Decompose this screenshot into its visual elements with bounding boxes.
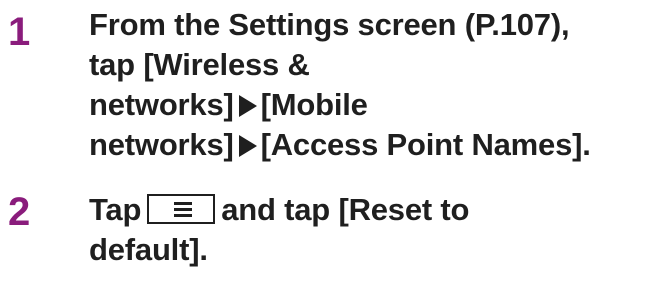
instruction-text: and tap [Reset to bbox=[221, 192, 470, 227]
menu-path-segment: networks] bbox=[89, 87, 234, 122]
menu-path-segment: [Mobile bbox=[260, 87, 368, 122]
instruction-line: Tap and tap [Reset to bbox=[89, 190, 664, 230]
arrow-right-icon bbox=[238, 135, 257, 157]
step-instruction: Tap and tap [Reset to default]. bbox=[89, 190, 664, 270]
menu-path-segment: [Access Point Names]. bbox=[260, 127, 591, 162]
step-instruction: From the Settings screen (P.107), tap [W… bbox=[89, 5, 664, 165]
instruction-line: networks] [Access Point Names]. bbox=[89, 125, 664, 165]
menu-key-icon bbox=[147, 194, 216, 224]
instruction-line: default]. bbox=[89, 232, 208, 267]
step-number: 2 bbox=[8, 190, 31, 234]
instruction-line: From the Settings screen (P.107), bbox=[89, 7, 570, 42]
instruction-line: networks] [Mobile bbox=[89, 85, 664, 125]
menu-path-segment: networks] bbox=[89, 127, 234, 162]
arrow-right-icon bbox=[238, 95, 257, 117]
instruction-text: Tap bbox=[89, 192, 142, 227]
step-number: 1 bbox=[8, 10, 31, 54]
instruction-line: tap [Wireless & bbox=[89, 47, 310, 82]
